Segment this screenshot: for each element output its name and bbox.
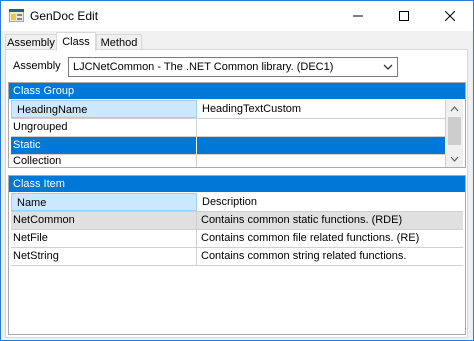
cell-description: Contains common string related functions…: [201, 250, 407, 262]
table-row[interactable]: Collection: [11, 155, 446, 167]
class-item-title: Class Item: [9, 176, 465, 192]
column-header-headingname[interactable]: HeadingName: [11, 100, 197, 118]
cell-name: NetString: [11, 248, 197, 265]
maximize-button[interactable]: [381, 1, 427, 31]
cell-name: NetCommon: [11, 212, 197, 229]
class-group-title: Class Group: [9, 83, 465, 99]
minimize-icon: [353, 15, 363, 17]
assembly-label: Assembly: [13, 60, 61, 72]
main-window: GenDoc Edit Assembly Class Method Assemb…: [0, 0, 474, 341]
tab-class[interactable]: Class: [56, 32, 96, 51]
close-button[interactable]: [427, 1, 473, 31]
tab-label: Class: [62, 36, 90, 48]
title-bar[interactable]: GenDoc Edit: [1, 1, 473, 31]
class-item-grid: Name Description NetCommon Contains comm…: [11, 193, 463, 333]
column-header-description[interactable]: Description: [197, 193, 463, 211]
tab-label: Assembly: [7, 36, 55, 49]
class-group-panel: Class Group HeadingName HeadingTextCusto…: [8, 82, 466, 168]
scroll-up-icon: [450, 105, 459, 111]
cell-name: NetFile: [11, 230, 197, 247]
chevron-down-icon: [383, 64, 393, 70]
app-icon: [9, 9, 24, 22]
cell-description: Contains common file related functions. …: [201, 232, 420, 244]
close-icon: [445, 11, 455, 21]
column-header-name[interactable]: Name: [11, 193, 197, 211]
cell-heading-name: Ungrouped: [11, 119, 197, 136]
grid-header: HeadingName HeadingTextCustom: [11, 100, 446, 119]
scroll-down-button[interactable]: [446, 150, 463, 167]
maximize-icon: [399, 11, 409, 21]
table-row[interactable]: Ungrouped: [11, 119, 446, 137]
table-row[interactable]: NetString Contains common string related…: [11, 248, 463, 266]
cell-heading-name: Collection: [11, 155, 197, 167]
scroll-up-button[interactable]: [446, 100, 463, 117]
cell-heading-text: [197, 155, 446, 167]
class-tab-panel: Assembly LJCNetCommon - The .NET Common …: [5, 49, 468, 338]
table-row-selected[interactable]: Static: [11, 137, 446, 155]
assembly-select-value: LJCNetCommon - The .NET Common library. …: [73, 61, 334, 73]
class-group-grid: HeadingName HeadingTextCustom Ungrouped …: [11, 100, 463, 167]
minimize-button[interactable]: [335, 1, 381, 31]
tab-label: Method: [100, 36, 138, 49]
scroll-down-icon: [450, 156, 459, 162]
scrollbar-thumb[interactable]: [448, 117, 461, 145]
class-group-scrollbar[interactable]: [446, 100, 463, 167]
window-title: GenDoc Edit: [30, 9, 99, 23]
cell-description: Contains common static functions. (RDE): [197, 212, 463, 229]
column-header-headingtextcustom[interactable]: HeadingTextCustom: [197, 100, 446, 118]
table-row[interactable]: NetFile Contains common file related fun…: [11, 230, 463, 248]
tab-method[interactable]: Method: [96, 34, 142, 50]
cell-heading-text: [197, 119, 446, 136]
cell-heading-name: Static: [11, 137, 197, 154]
tab-assembly[interactable]: Assembly: [5, 34, 57, 50]
grid-header: Name Description: [11, 193, 463, 212]
assembly-select[interactable]: LJCNetCommon - The .NET Common library. …: [68, 57, 398, 77]
cell-heading-text: [197, 137, 446, 154]
class-item-panel: Class Item Name Description NetCommon Co…: [8, 175, 466, 335]
table-row-highlighted[interactable]: NetCommon Contains common static functio…: [11, 212, 463, 230]
